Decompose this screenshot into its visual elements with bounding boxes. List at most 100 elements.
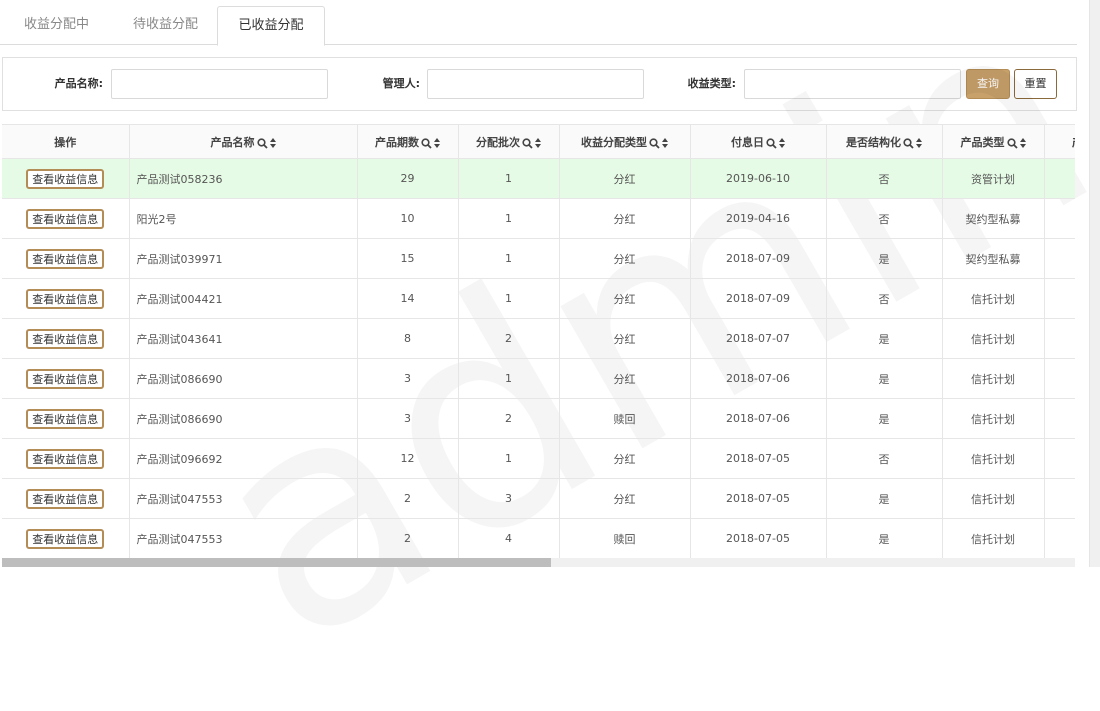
vertical-scrollbar[interactable] xyxy=(1089,0,1100,567)
cell-extra: 中 xyxy=(1044,278,1075,319)
action-cell: 查看收益信息 xyxy=(2,438,130,479)
sort-icon[interactable] xyxy=(916,137,922,148)
cell-name: 阳光2号 xyxy=(129,198,358,239)
income-type-input[interactable] xyxy=(744,69,961,99)
tab-pending-distribution[interactable]: 待收益分配 xyxy=(113,6,218,44)
view-income-button[interactable]: 查看收益信息 xyxy=(26,408,105,429)
table-row[interactable]: 查看收益信息 产品测试004421141分红2018-07-09否信托计划中 xyxy=(2,278,1075,319)
cell-batch: 2 xyxy=(458,398,560,439)
view-income-button[interactable]: 查看收益信息 xyxy=(26,528,105,549)
table-row[interactable]: 查看收益信息 阳光2号101分红2019-04-16否契约型私募中 xyxy=(2,198,1075,239)
sort-icon[interactable] xyxy=(779,137,785,148)
query-button[interactable]: 查询 xyxy=(966,69,1010,99)
cell-product-type: 信托计划 xyxy=(942,438,1045,479)
tab-bar: 收益分配中 待收益分配 已收益分配 xyxy=(0,0,1077,46)
table-row[interactable]: 查看收益信息 产品测试04755323分红2018-07-05是信托计划中 xyxy=(2,478,1075,519)
cell-batch: 1 xyxy=(458,278,560,319)
cell-name: 产品测试043641 xyxy=(129,318,358,359)
cell-structured: 是 xyxy=(826,478,943,519)
column-header[interactable]: 分配批次 xyxy=(458,124,560,159)
cell-batch: 4 xyxy=(458,518,560,558)
view-income-button[interactable]: 查看收益信息 xyxy=(26,368,105,389)
tab-distributing[interactable]: 收益分配中 xyxy=(0,6,113,44)
cell-period: 3 xyxy=(357,398,459,439)
sort-icon[interactable] xyxy=(662,137,668,148)
column-header[interactable]: 产品期数 xyxy=(357,124,459,159)
column-header[interactable]: 是否结构化 xyxy=(826,124,943,159)
column-header: 操作 xyxy=(2,124,130,159)
view-income-button[interactable]: 查看收益信息 xyxy=(26,448,105,469)
tab-distributed[interactable]: 已收益分配 xyxy=(217,6,325,46)
table-row[interactable]: 查看收益信息 产品测试08669031分红2018-07-06是信托计划中 xyxy=(2,358,1075,399)
cell-name: 产品测试086690 xyxy=(129,358,358,399)
table-row[interactable]: 查看收益信息 产品测试096692121分红2018-07-05否信托计划中 xyxy=(2,438,1075,479)
cell-structured: 是 xyxy=(826,238,943,279)
cell-product-type: 信托计划 xyxy=(942,318,1045,359)
view-income-button[interactable]: 查看收益信息 xyxy=(26,248,105,269)
cell-batch: 3 xyxy=(458,478,560,519)
manager-input[interactable] xyxy=(427,69,644,99)
sort-icon[interactable] xyxy=(269,137,276,148)
cell-period: 14 xyxy=(357,278,459,319)
cell-name: 产品测试039971 xyxy=(129,238,358,279)
cell-date: 2018-07-05 xyxy=(690,478,827,519)
cell-extra: 信 xyxy=(1044,158,1075,199)
action-cell: 查看收益信息 xyxy=(2,518,130,558)
column-search-icon[interactable] xyxy=(766,136,777,149)
column-header[interactable]: 付息日 xyxy=(690,124,827,159)
cell-product-type: 资管计划 xyxy=(942,158,1045,199)
cell-extra: 中 xyxy=(1044,198,1075,239)
column-search-icon[interactable] xyxy=(649,136,660,149)
cell-type: 赎回 xyxy=(559,398,691,439)
table-row[interactable]: 查看收益信息 产品测试058236291分红2019-06-10否资管计划信 xyxy=(2,158,1075,199)
action-cell: 查看收益信息 xyxy=(2,398,130,439)
cell-date: 2018-07-06 xyxy=(690,358,827,399)
column-search-icon[interactable] xyxy=(256,136,268,149)
cell-period: 2 xyxy=(357,478,459,519)
table-row[interactable]: 查看收益信息 产品测试039971151分红2018-07-09是契约型私募中 xyxy=(2,238,1075,279)
column-header[interactable]: 产品名称 xyxy=(129,124,358,159)
column-header[interactable]: 收益分配类型 xyxy=(559,124,691,159)
view-income-button[interactable]: 查看收益信息 xyxy=(26,288,105,309)
view-income-button[interactable]: 查看收益信息 xyxy=(26,488,105,509)
cell-structured: 是 xyxy=(826,398,943,439)
column-search-icon[interactable] xyxy=(421,136,432,149)
cell-product-type: 信托计划 xyxy=(942,398,1045,439)
table-row[interactable]: 查看收益信息 产品测试08669032赎回2018-07-06是信托计划中 xyxy=(2,398,1075,439)
horizontal-scrollbar[interactable] xyxy=(2,558,1075,567)
column-search-icon[interactable] xyxy=(522,136,533,149)
action-cell: 查看收益信息 xyxy=(2,478,130,519)
view-income-button[interactable]: 查看收益信息 xyxy=(26,208,105,229)
cell-product-type: 信托计划 xyxy=(942,478,1045,519)
cell-batch: 1 xyxy=(458,238,560,279)
cell-name: 产品测试086690 xyxy=(129,398,358,439)
reset-button[interactable]: 重置 xyxy=(1014,69,1057,99)
cell-type: 分红 xyxy=(559,278,691,319)
cell-period: 15 xyxy=(357,238,459,279)
view-income-button[interactable]: 查看收益信息 xyxy=(26,168,105,189)
sort-icon[interactable] xyxy=(1019,137,1026,148)
sort-icon[interactable] xyxy=(535,137,541,148)
column-search-icon[interactable] xyxy=(1006,136,1018,149)
table-row[interactable]: 查看收益信息 产品测试04755324赎回2018-07-05是信托计划中 xyxy=(2,518,1075,558)
table-row[interactable]: 查看收益信息 产品测试04364182分红2018-07-07是信托计划中 xyxy=(2,318,1075,359)
cell-name: 产品测试096692 xyxy=(129,438,358,479)
sort-icon[interactable] xyxy=(434,137,440,148)
column-search-icon[interactable] xyxy=(903,136,914,149)
cell-name: 产品测试047553 xyxy=(129,518,358,558)
cell-type: 分红 xyxy=(559,158,691,199)
column-header[interactable]: 产品类型 xyxy=(942,124,1045,159)
cell-structured: 否 xyxy=(826,158,943,199)
table-body: 查看收益信息产品测试058236291分红2019-06-10否资管计划信查看收… xyxy=(2,158,1075,558)
action-cell: 查看收益信息 xyxy=(2,358,130,399)
cell-type: 分红 xyxy=(559,198,691,239)
product-name-input[interactable] xyxy=(111,69,328,99)
cell-date: 2018-07-09 xyxy=(690,238,827,279)
action-cell: 查看收益信息 xyxy=(2,158,130,199)
cell-extra: 中 xyxy=(1044,238,1075,279)
horizontal-scrollbar-thumb[interactable] xyxy=(2,558,551,567)
cell-type: 分红 xyxy=(559,318,691,359)
view-income-button[interactable]: 查看收益信息 xyxy=(26,328,105,349)
cell-extra: 中 xyxy=(1044,358,1075,399)
column-header-label: 操作 xyxy=(54,135,77,149)
